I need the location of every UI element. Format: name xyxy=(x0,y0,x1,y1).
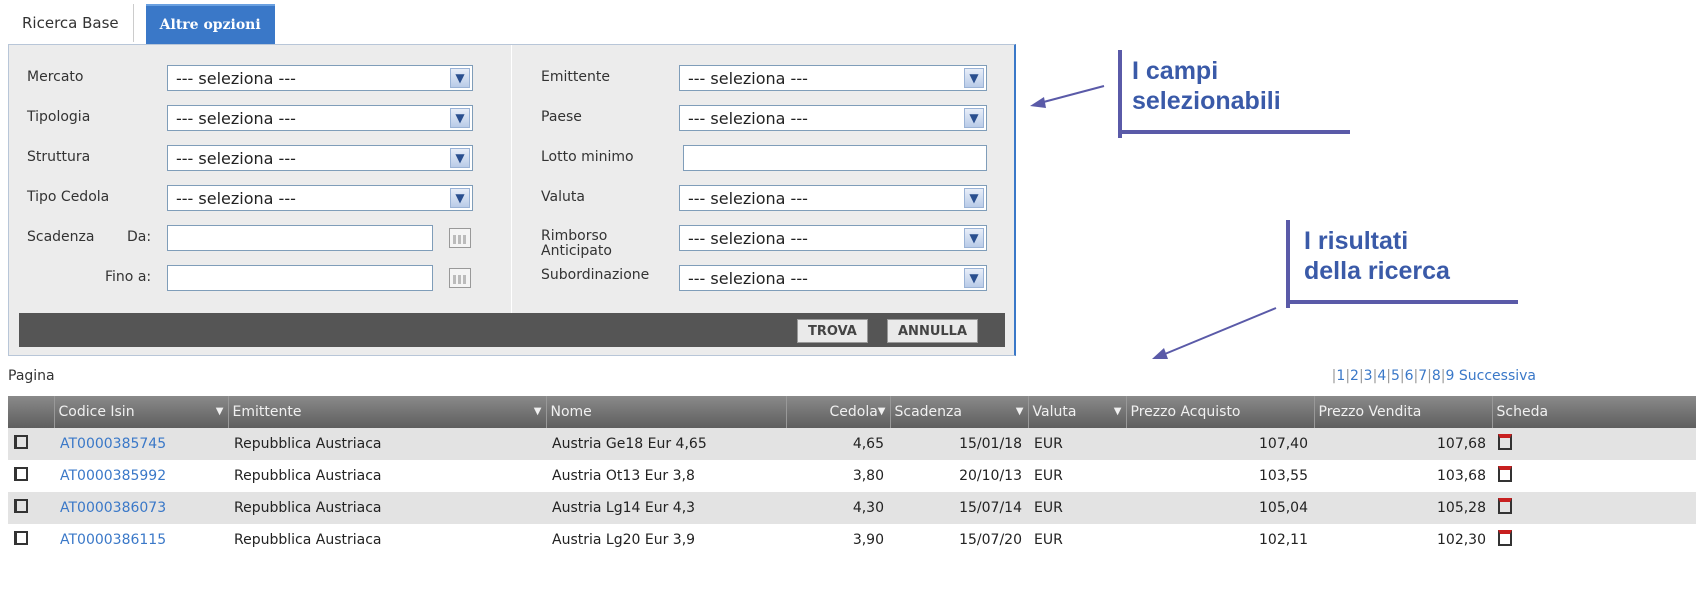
col-scadenza[interactable]: Scadenza ▼ xyxy=(890,396,1029,428)
page-link[interactable]: 3 xyxy=(1364,368,1373,384)
results-table: Codice Isin ▼ Emittente ▼ Nome Cedola ▼ Sca… xyxy=(8,396,1696,556)
cell-scadenza: 20/10/13 xyxy=(890,460,1028,492)
next-page-link[interactable]: Successiva xyxy=(1459,368,1536,384)
page-link[interactable]: 6 xyxy=(1405,368,1414,384)
callout-risultati-line2: della ricerca xyxy=(1304,257,1450,285)
cell-cedola: 4,65 xyxy=(786,428,890,460)
pagination: |1|2|3|4|5|6|7|8|9 Successiva xyxy=(1331,368,1536,384)
document-icon[interactable] xyxy=(14,467,28,481)
header-row: Codice Isin ▼ Emittente ▼ Nome Cedola ▼ Sca… xyxy=(8,396,1696,428)
col-cedola[interactable]: Cedola ▼ xyxy=(786,396,891,428)
cell-scadenza: 15/07/14 xyxy=(890,492,1028,524)
cell-valuta: EUR xyxy=(1028,492,1126,524)
col-scheda: Scheda xyxy=(1492,396,1696,428)
cell-scadenza: 15/07/20 xyxy=(890,524,1028,556)
cell-cedola: 3,90 xyxy=(786,524,890,556)
cell-prezzo-acquisto: 107,40 xyxy=(1126,428,1314,460)
cell-nome: Austria Lg14 Eur 4,3 xyxy=(546,492,786,524)
callout-campi-line2: selezionabili xyxy=(1132,87,1281,115)
cell-valuta: EUR xyxy=(1028,460,1126,492)
cell-prezzo-acquisto: 105,04 xyxy=(1126,492,1314,524)
cell-emittente: Repubblica Austriaca xyxy=(228,428,546,460)
cell-valuta: EUR xyxy=(1028,524,1126,556)
col-emittente[interactable]: Emittente ▼ xyxy=(228,396,547,428)
cell-cedola: 4,30 xyxy=(786,492,890,524)
cell-prezzo-acquisto: 103,55 xyxy=(1126,460,1314,492)
cell-emittente: Repubblica Austriaca xyxy=(228,492,546,524)
arrow-head-campi xyxy=(1030,97,1046,108)
callout-campi: I campi selezionabili xyxy=(1118,50,1350,138)
page-link[interactable]: 7 xyxy=(1418,368,1427,384)
table-row: AT0000386073 Repubblica Austriaca Austri… xyxy=(8,492,1696,524)
isin-link[interactable]: AT0000385745 xyxy=(54,428,228,460)
document-icon[interactable] xyxy=(14,499,28,513)
cell-nome: Austria Lg20 Eur 3,9 xyxy=(546,524,786,556)
page-link[interactable]: 2 xyxy=(1350,368,1359,384)
pdf-icon[interactable] xyxy=(1498,530,1512,546)
callout-risultati: I risultati della ricerca xyxy=(1286,220,1518,308)
col-icon-header xyxy=(8,396,55,428)
page-link[interactable]: 4 xyxy=(1377,368,1386,384)
table-row: AT0000385745 Repubblica Austriaca Austri… xyxy=(8,428,1696,460)
sort-arrow-icon[interactable]: ▼ xyxy=(216,406,224,417)
pagina-label: Pagina xyxy=(8,368,55,384)
page-link[interactable]: 1 xyxy=(1336,368,1345,384)
document-icon[interactable] xyxy=(14,531,28,545)
isin-link[interactable]: AT0000386115 xyxy=(54,524,228,556)
col-codice-isin[interactable]: Codice Isin ▼ xyxy=(54,396,229,428)
arrow-line-campi xyxy=(1035,85,1105,105)
pdf-icon[interactable] xyxy=(1498,434,1512,450)
isin-link[interactable]: AT0000385992 xyxy=(54,460,228,492)
table-row: AT0000385992 Repubblica Austriaca Austri… xyxy=(8,460,1696,492)
cell-scadenza: 15/01/18 xyxy=(890,428,1028,460)
callout-bar xyxy=(1286,300,1518,304)
sort-arrow-icon[interactable]: ▼ xyxy=(1114,406,1122,417)
cell-emittente: Repubblica Austriaca xyxy=(228,460,546,492)
arrow-head-risultati xyxy=(1152,348,1168,359)
callout-bar xyxy=(1118,50,1122,138)
callout-bar xyxy=(1286,220,1290,308)
cell-prezzo-vendita: 105,28 xyxy=(1314,492,1492,524)
col-valuta[interactable]: Valuta ▼ xyxy=(1028,396,1127,428)
pdf-icon[interactable] xyxy=(1498,498,1512,514)
callout-risultati-line1: I risultati xyxy=(1304,227,1409,255)
isin-link[interactable]: AT0000386073 xyxy=(54,492,228,524)
cell-prezzo-vendita: 102,30 xyxy=(1314,524,1492,556)
page-link[interactable]: 8 xyxy=(1432,368,1441,384)
callout-bar xyxy=(1118,130,1350,134)
page-link[interactable]: 9 xyxy=(1446,368,1455,384)
callout-campi-line1: I campi xyxy=(1132,57,1219,85)
page-link[interactable]: 5 xyxy=(1391,368,1400,384)
cell-prezzo-vendita: 107,68 xyxy=(1314,428,1492,460)
sort-arrow-icon[interactable]: ▼ xyxy=(878,406,886,417)
cell-nome: Austria Ge18 Eur 4,65 xyxy=(546,428,786,460)
col-prezzo-vendita[interactable]: Prezzo Vendita xyxy=(1314,396,1493,428)
cell-cedola: 3,80 xyxy=(786,460,890,492)
sort-arrow-icon[interactable]: ▼ xyxy=(1016,406,1024,417)
table-row: AT0000386115 Repubblica Austriaca Austri… xyxy=(8,524,1696,556)
col-prezzo-acquisto[interactable]: Prezzo Acquisto xyxy=(1126,396,1315,428)
cell-emittente: Repubblica Austriaca xyxy=(228,524,546,556)
arrow-line-risultati xyxy=(1159,307,1277,357)
cell-nome: Austria Ot13 Eur 3,8 xyxy=(546,460,786,492)
cell-prezzo-vendita: 103,68 xyxy=(1314,460,1492,492)
cell-valuta: EUR xyxy=(1028,428,1126,460)
pdf-icon[interactable] xyxy=(1498,466,1512,482)
cell-prezzo-acquisto: 102,11 xyxy=(1126,524,1314,556)
document-icon[interactable] xyxy=(14,435,28,449)
col-nome[interactable]: Nome xyxy=(546,396,787,428)
sort-arrow-icon[interactable]: ▼ xyxy=(534,406,542,417)
